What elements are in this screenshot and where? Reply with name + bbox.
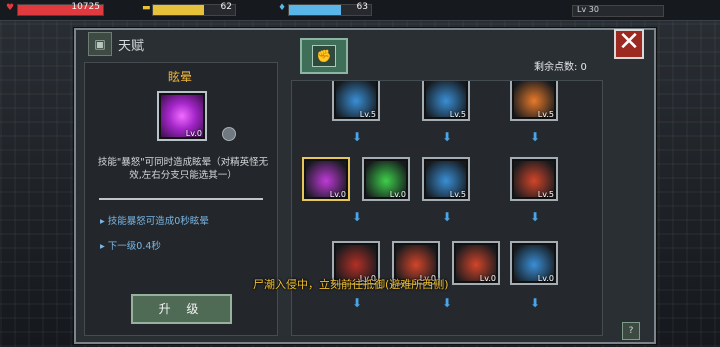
effect-current: ▸ 技能暴怒可造成0秒眩晕	[100, 216, 209, 227]
selected-skill-level: Lv.0	[185, 129, 202, 138]
selected-skill-icon: Lv.0	[157, 91, 207, 141]
skill-level-label: Lv.0	[479, 274, 496, 283]
upgrade-button[interactable]: 升 级	[131, 294, 232, 324]
gear-icon	[222, 127, 236, 141]
panel-title: 天赋	[118, 39, 145, 54]
arrow-down-icon: ⬇	[530, 210, 541, 224]
water-drop-icon: ♦	[278, 3, 287, 13]
armor-skill-node[interactable]: Lv.5	[422, 81, 470, 121]
skill-tree[interactable]: Lv.5 Lv.5 Lv.5 Lv.0 Lv.0 Lv.5 Lv.5 Lv.0 Lv.0 Lv.0…	[291, 80, 603, 336]
food-bar: 62	[152, 2, 236, 16]
arrow-down-icon: ⬇	[352, 210, 363, 224]
fire-burst-skill-node[interactable]: Lv.5	[510, 81, 558, 121]
health-value: 10725	[71, 2, 100, 12]
arrow-down-icon: ⬇	[352, 296, 363, 310]
health-bar: 10725	[17, 2, 104, 16]
water-value: 63	[356, 2, 368, 12]
skill-level-label: Lv.5	[449, 110, 466, 119]
skill-name: 眩晕	[167, 70, 192, 84]
skill-level-label: Lv.5	[537, 110, 554, 119]
talent-book-icon: ▣	[88, 32, 112, 56]
arrow-down-icon: ⬇	[442, 296, 453, 310]
tab-talent-fist[interactable]: ✊	[300, 38, 348, 74]
effect-current-text: 技能暴怒可造成0秒眩晕	[107, 216, 209, 227]
divider	[99, 198, 263, 200]
arrow-down-icon: ⬇	[530, 130, 541, 144]
top-hud: ♥ 10725 ▬ 62 ♦ 63 Lv 30	[0, 0, 720, 21]
skill-level-label: Lv.5	[359, 110, 376, 119]
skill-level-label: Lv.5	[537, 190, 554, 199]
fist-tab-icon: ✊	[312, 45, 336, 67]
arrow-down-icon: ⬇	[442, 210, 453, 224]
player-level: Lv 30	[577, 5, 599, 14]
hammer-skill-node[interactable]: Lv.5	[422, 157, 470, 201]
crosshair-skill-node[interactable]: Lv.5	[332, 81, 380, 121]
heart-icon: ♥	[6, 3, 15, 13]
event-notice: 尸潮入侵中，立刻前往抵御(避难所西侧)	[253, 278, 449, 291]
close-button[interactable]: ✕	[614, 29, 644, 59]
green-rage-skill-node[interactable]: Lv.0	[362, 157, 410, 201]
arrow-down-icon: ⬇	[442, 130, 453, 144]
arrow-down-icon: ⬇	[530, 296, 541, 310]
skill-level-label: Lv.0	[329, 190, 346, 199]
food-value: 62	[220, 2, 232, 12]
fury-skill-node[interactable]: Lv.5	[510, 157, 558, 201]
arrow-down-icon: ⬇	[352, 130, 363, 144]
player-level-bar: Lv 30	[572, 5, 664, 17]
help-button[interactable]: ?	[622, 322, 640, 340]
skill-level-label: Lv.0	[389, 190, 406, 199]
skill-level-label: Lv.0	[537, 274, 554, 283]
skill-description: 技能"暴怒"可同时造成眩晕（对精英怪无效,左右分支只能选其一）	[97, 157, 269, 181]
skill-level-label: Lv.5	[449, 190, 466, 199]
shield-skill-node[interactable]: Lv.0	[452, 241, 500, 285]
water-bar: 63	[288, 2, 372, 16]
food-icon: ▬	[142, 3, 151, 13]
close-icon: ✕	[618, 27, 640, 57]
ammo-skill-node[interactable]: Lv.0	[510, 241, 558, 285]
effect-next: ▸ 下一级0.4秒	[100, 241, 161, 252]
stun-skill-node[interactable]: Lv.0	[302, 157, 350, 201]
remaining-points: 剩余点数: 0	[534, 62, 587, 73]
effect-next-text: 下一级0.4秒	[107, 241, 161, 252]
